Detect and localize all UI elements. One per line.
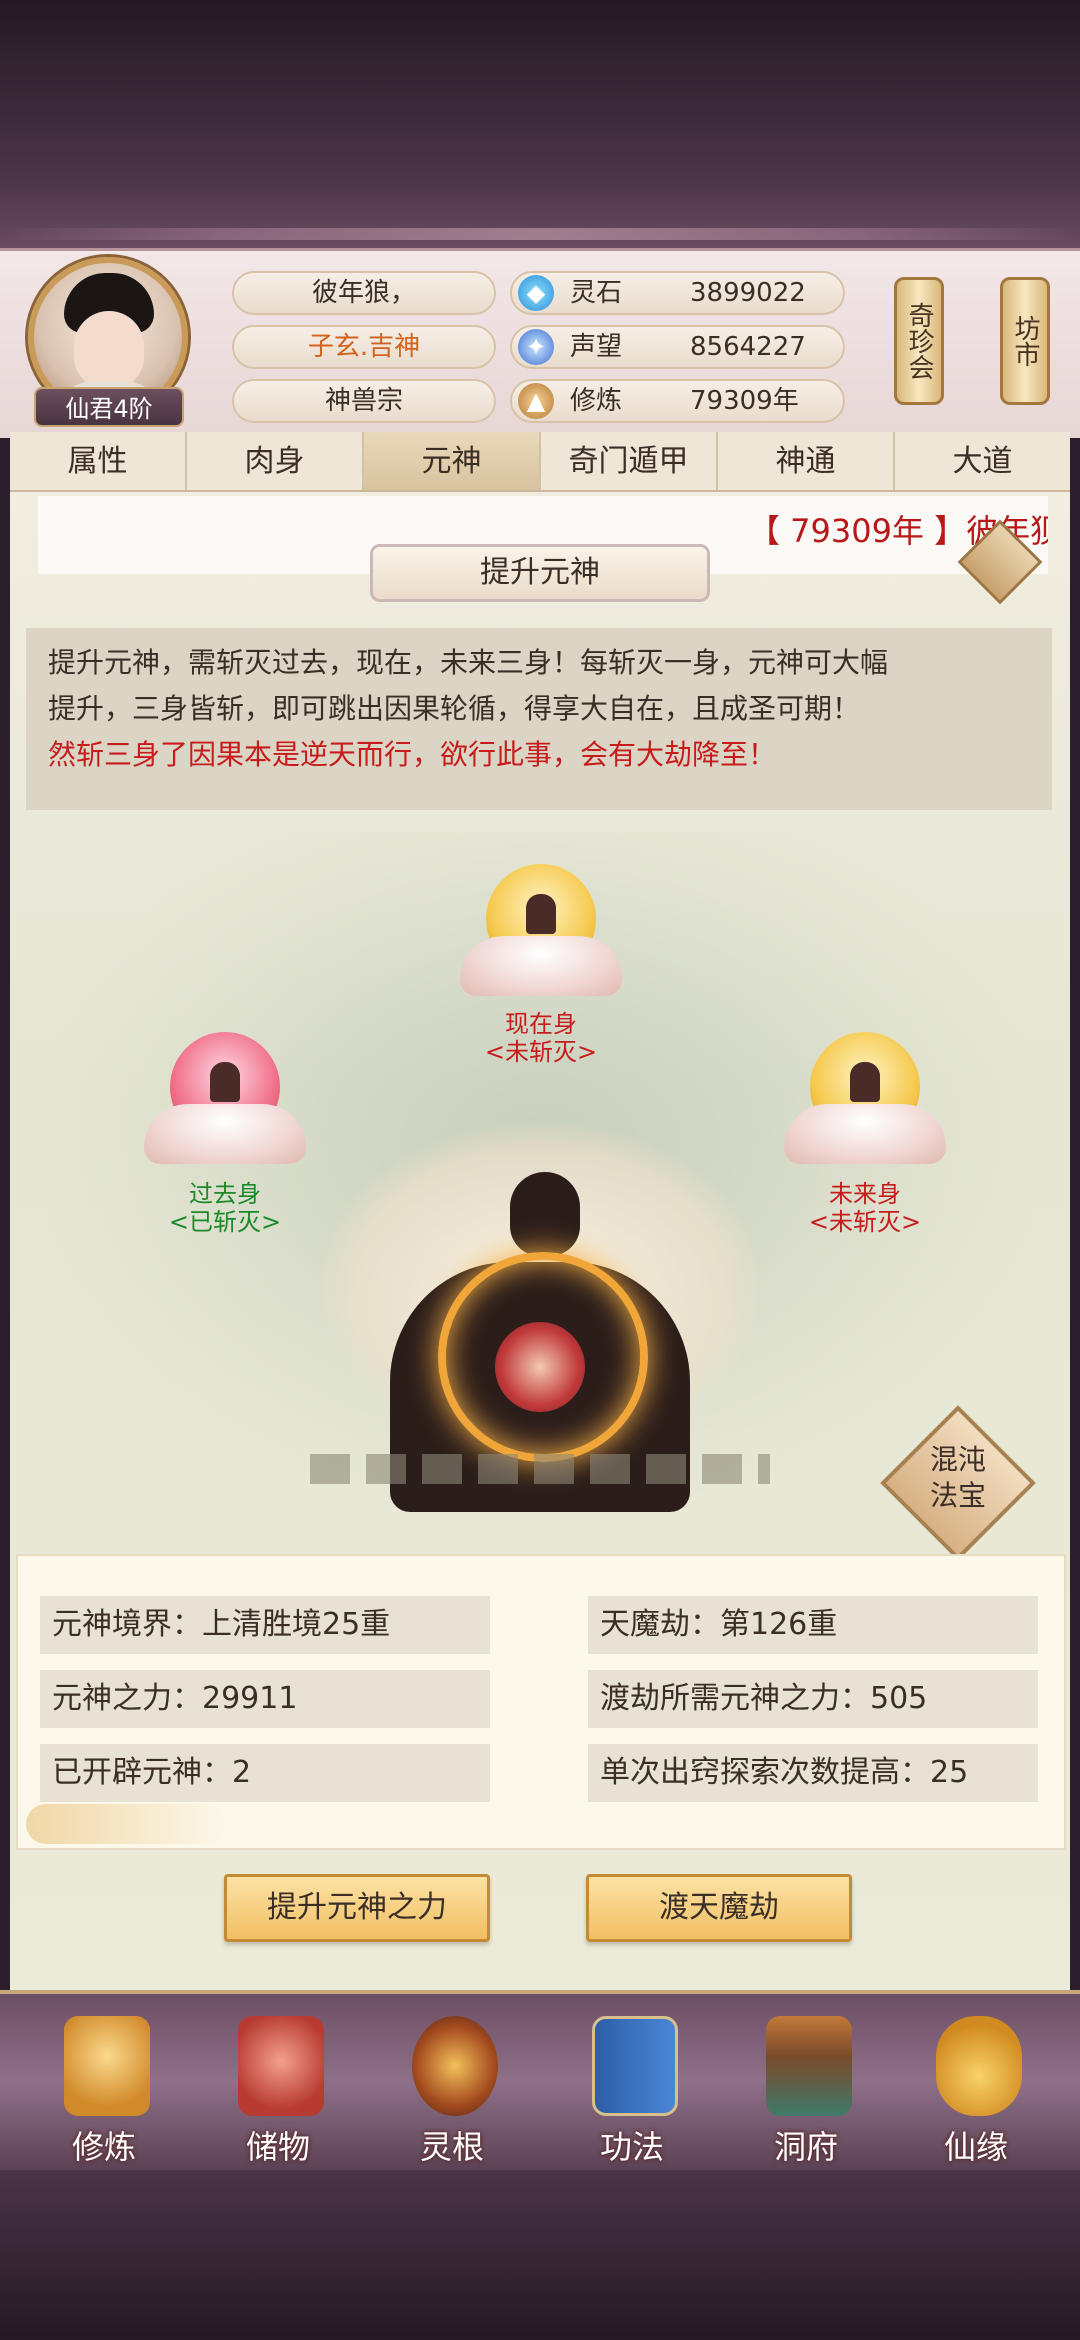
chaos-line: 法宝	[929, 1479, 986, 1512]
resource-row-reputation: ✦ 声望 8564227	[510, 325, 845, 369]
resource-label: 声望	[570, 332, 623, 362]
tab-divine-power[interactable]: 神通	[718, 432, 895, 490]
cultivate-monk-icon	[64, 2016, 150, 2116]
body-name: 未来身	[829, 1180, 901, 1208]
storage-bag-icon	[238, 2016, 324, 2116]
body-status: <未斩灭>	[484, 1038, 598, 1066]
crystal-icon: ◆	[518, 275, 554, 311]
nav-cave[interactable]: 洞府	[736, 2006, 876, 2166]
stats-panel: 元神境界：上清胜境25重 元神之力：29911 已开辟元神：2 天魔劫：第126…	[16, 1554, 1066, 1850]
yin-yang-icon	[495, 1322, 585, 1412]
past-body-label: 过去身 <已斩灭>	[125, 1180, 325, 1236]
stat-realm: 元神境界：上清胜境25重	[40, 1596, 490, 1654]
nav-label: 仙缘	[943, 2128, 1008, 2166]
orb-figure	[210, 1062, 240, 1102]
tab-bar: 属性 肉身 元神 奇门遁甲 神通 大道	[10, 432, 1070, 492]
body-status: <已斩灭>	[168, 1208, 282, 1236]
gourd-icon	[936, 2016, 1022, 2116]
raise-spirit-power-button[interactable]: 提升元神之力	[224, 1874, 490, 1942]
chaos-line: 混沌	[929, 1443, 986, 1476]
figure-head	[510, 1172, 580, 1256]
nav-storage[interactable]: 储物	[208, 2006, 348, 2166]
orb-figure	[526, 894, 556, 934]
cross-tribulation-button[interactable]: 渡天魔劫	[586, 1874, 852, 1942]
book-icon	[592, 2016, 678, 2116]
stat-required-power: 渡劫所需元神之力：505	[588, 1670, 1038, 1728]
nav-label: 灵根	[419, 2128, 484, 2166]
nav-label: 功法	[599, 2128, 664, 2166]
present-body-label: 现在身 <未斩灭>	[441, 1010, 641, 1066]
chaos-treasure-label: 混沌 法宝	[903, 1442, 1013, 1514]
future-body-label: 未来身 <未斩灭>	[765, 1180, 965, 1236]
resource-label: 修炼	[570, 386, 623, 416]
player-header: 仙君4阶 彼年狼， 子玄.吉神 神兽宗 ◆ 灵石 3899022 ✦ 声望 85…	[0, 248, 1080, 438]
section-title: 提升元神	[370, 544, 710, 602]
stat-spirit-power: 元神之力：29911	[40, 1670, 490, 1728]
bagua-platform	[310, 1454, 770, 1484]
resource-value: 3899022	[690, 278, 806, 308]
description-line: 提升，三身皆斩，即可跳出因果轮循，得享大自在，且成圣可期！	[48, 692, 861, 725]
nav-immortal-fate[interactable]: 仙缘	[906, 2006, 1046, 2166]
nav-cultivate[interactable]: 修炼	[34, 2006, 174, 2166]
resource-row-cultivation: ▲ 修炼 79309年	[510, 379, 845, 423]
cave-house-icon	[766, 2016, 852, 2116]
warning-line: 然斩三身了因果本是逆天而行，欲行此事，会有大劫降至！	[48, 738, 777, 771]
rank-badge: 仙君4阶	[34, 387, 184, 427]
resource-label: 灵石	[570, 278, 623, 308]
top-ornament	[0, 228, 1080, 240]
body-status: <未斩灭>	[808, 1208, 922, 1236]
nav-label: 修炼	[71, 2128, 136, 2166]
tab-attributes[interactable]: 属性	[10, 432, 187, 490]
resource-value: 8564227	[690, 332, 806, 362]
nav-label: 洞府	[773, 2128, 838, 2166]
body-name: 过去身	[189, 1180, 261, 1208]
tab-qimen[interactable]: 奇门遁甲	[541, 432, 718, 490]
nav-label: 储物	[245, 2128, 310, 2166]
nav-spirit-root[interactable]: 灵根	[382, 2006, 522, 2166]
description-box: 提升元神，需斩灭过去，现在，未来三身！每斩灭一身，元神可大幅 提升，三身皆斩，即…	[26, 628, 1052, 810]
body-name: 现在身	[505, 1010, 577, 1038]
present-body-orb[interactable]	[460, 864, 622, 996]
market-button[interactable]: 坊市	[1000, 277, 1050, 405]
player-name: 彼年狼，	[232, 271, 496, 315]
top-band	[0, 0, 1080, 250]
lotus-icon	[144, 1104, 306, 1164]
past-body-orb[interactable]	[144, 1032, 306, 1164]
description-line: 提升元神，需斩灭过去，现在，未来三身！每斩灭一身，元神可大幅	[48, 646, 889, 679]
orb-figure	[850, 1062, 880, 1102]
tab-body[interactable]: 肉身	[187, 432, 364, 490]
cloud-decoration	[26, 1804, 226, 1844]
lotus-icon	[460, 936, 622, 996]
nav-techniques[interactable]: 功法	[562, 2006, 702, 2166]
resource-row-spirit-stone: ◆ 灵石 3899022	[510, 271, 845, 315]
stat-explore-bonus: 单次出窍探索次数提高：25	[588, 1744, 1038, 1802]
player-title[interactable]: 子玄.吉神	[232, 325, 496, 369]
bottom-nav: 修炼 储物 灵根 功法 洞府 仙缘	[0, 1990, 1080, 2170]
tab-dao[interactable]: 大道	[895, 432, 1070, 490]
bottom-band	[0, 2170, 1080, 2340]
spirit-root-icon	[412, 2016, 498, 2116]
treasure-auction-button[interactable]: 奇珍会	[894, 277, 944, 405]
reputation-icon: ✦	[518, 329, 554, 365]
future-body-orb[interactable]	[784, 1032, 946, 1164]
stat-opened-spirits: 已开辟元神：2	[40, 1744, 490, 1802]
cultivate-icon: ▲	[518, 383, 554, 419]
resource-value: 79309年	[690, 386, 799, 416]
player-sect: 神兽宗	[232, 379, 496, 423]
avatar-face	[74, 311, 144, 389]
tab-spirit[interactable]: 元神	[364, 432, 541, 490]
stat-tribulation: 天魔劫：第126重	[588, 1596, 1038, 1654]
lotus-icon	[784, 1104, 946, 1164]
